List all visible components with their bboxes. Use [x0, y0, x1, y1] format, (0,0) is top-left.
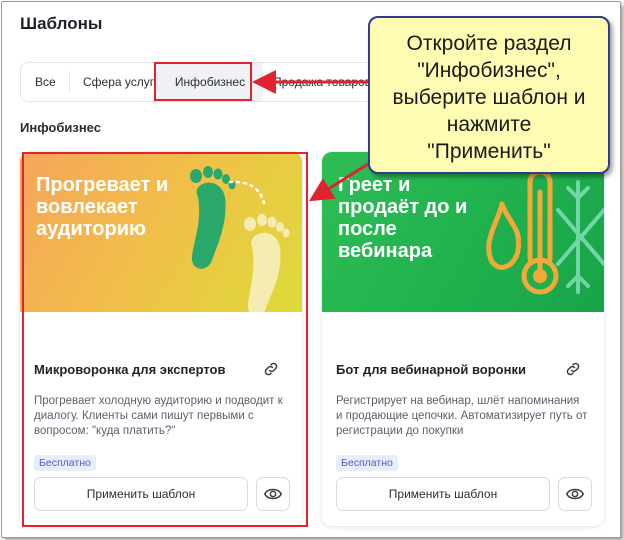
tab-highlight-box — [154, 62, 252, 101]
section-title: Инфобизнес — [20, 120, 101, 135]
card-title: Бот для вебинарной воронки — [336, 362, 526, 377]
eye-icon — [566, 488, 584, 500]
template-card-webinar-bot[interactable]: Греет и продаёт до и после вебинара Бот … — [322, 152, 604, 526]
instruction-callout: Откройте раздел "Инфобизнес", выберите ш… — [368, 16, 610, 174]
screenshot-frame: Шаблоны Все Сфера услуг Инфобизнес Прода… — [1, 1, 621, 538]
tab-divider — [262, 71, 263, 93]
callout-line: "Инфобизнес", — [417, 59, 561, 82]
tab-services[interactable]: Сфера услуг — [83, 63, 154, 101]
callout-line: "Применить" — [427, 140, 551, 163]
link-icon[interactable] — [564, 360, 582, 378]
fire-thermometer-snowflake-icon — [486, 169, 604, 295]
price-badge: Бесплатно — [336, 455, 398, 471]
tab-goods[interactable]: Продажа товаров — [273, 63, 371, 101]
apply-template-button[interactable]: Применить шаблон — [336, 477, 550, 511]
page-title: Шаблоны — [20, 14, 103, 33]
callout-line: Откройте раздел — [406, 32, 572, 55]
tab-all[interactable]: Все — [35, 63, 56, 101]
preview-button[interactable] — [558, 477, 592, 511]
card-description: Регистрирует на вебинар, шлёт напоминани… — [336, 395, 588, 437]
card-cover-image: Греет и продаёт до и после вебинара — [322, 152, 604, 312]
card-highlight-box — [22, 152, 308, 527]
tab-divider — [69, 71, 70, 93]
callout-line: нажмите — [446, 113, 532, 136]
callout-line: выберите шаблон и — [392, 86, 586, 109]
